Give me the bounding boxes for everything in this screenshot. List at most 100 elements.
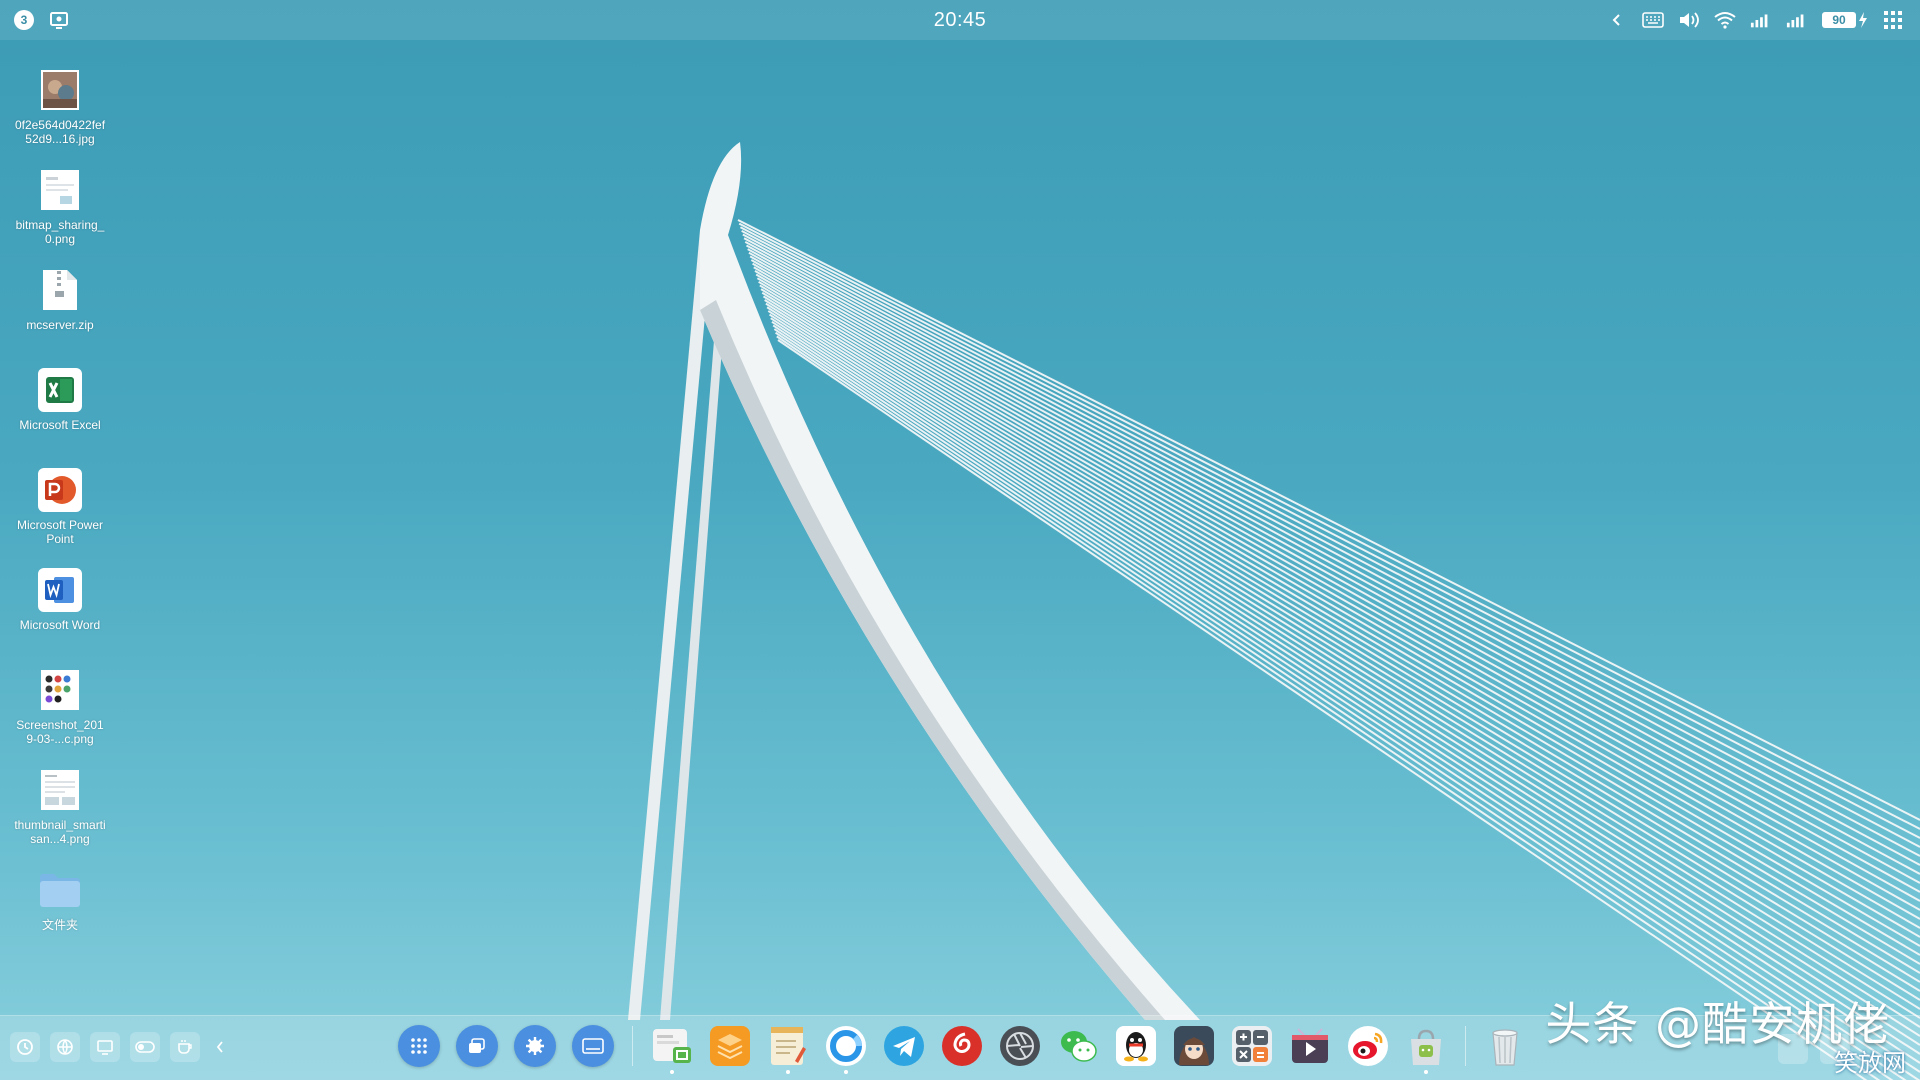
- dock-app-layers[interactable]: [709, 1025, 751, 1067]
- bridge-cable: [760, 288, 1920, 992]
- desktop-folder[interactable]: 文件夹: [10, 868, 110, 968]
- notes-icon: [771, 1027, 806, 1065]
- bridge-cable: [752, 262, 1920, 929]
- tray-clock-button[interactable]: [10, 1032, 40, 1062]
- calculator-icon: [1232, 1026, 1272, 1066]
- bridge-cable: [756, 277, 1920, 965]
- bridge-cable: [746, 244, 1920, 884]
- desktop-file-mcserver-zip[interactable]: mcserver.zip: [10, 268, 110, 368]
- site-watermark: 笑放网: [1834, 1050, 1906, 1077]
- screen-icon: [97, 1040, 113, 1055]
- toggle-icon: [135, 1041, 155, 1053]
- bridge-cable: [744, 240, 1920, 875]
- bridge-cable: [739, 226, 1920, 839]
- thumbnail-file-icon: [38, 768, 82, 812]
- keyboard-button[interactable]: [572, 1025, 614, 1067]
- dock-app-qq[interactable]: [1115, 1025, 1157, 1067]
- qq-icon: [1116, 1026, 1156, 1066]
- desktop-file-thumbnail-png[interactable]: thumbnail_smartisan...4.png: [10, 768, 110, 868]
- desktop-file-photo-jpg[interactable]: 0f2e564d0422fef52d9...16.jpg: [10, 68, 110, 168]
- dock-app-video-player[interactable]: [1289, 1025, 1331, 1067]
- bridge-cable: [762, 295, 1920, 1010]
- settings-icon: [526, 1037, 544, 1055]
- bridge-cable: [754, 270, 1920, 947]
- bridge-cable: [753, 266, 1920, 938]
- desktop-file-bitmap-png[interactable]: bitmap_sharing_0.png: [10, 168, 110, 268]
- desktop-file-screenshot-png[interactable]: Screenshot_2019-03-...c.png: [10, 668, 110, 768]
- dock-app-store[interactable]: [1405, 1025, 1447, 1074]
- desktop-icon-column: 0f2e564d0422fef52d9...16.jpg bitmap_shar…: [10, 68, 110, 968]
- dock-separator: [632, 1026, 633, 1066]
- browser-icon: [826, 1026, 866, 1066]
- dock-app-notes[interactable]: [767, 1025, 809, 1074]
- desktop-app-word[interactable]: Microsoft Word: [10, 568, 110, 668]
- cup-icon: [178, 1040, 192, 1054]
- dock-app-calculator[interactable]: [1231, 1025, 1273, 1067]
- settings-button[interactable]: [514, 1025, 556, 1067]
- dock-app-anime-avatar[interactable]: [1173, 1025, 1215, 1067]
- tray-collapse-button[interactable]: [210, 1032, 230, 1062]
- folder-icon: [38, 868, 82, 912]
- bridge-cable: [742, 233, 1920, 857]
- video-player-icon: [1292, 1028, 1328, 1063]
- bridge-cable: [758, 280, 1920, 974]
- desktop-app-powerpoint[interactable]: Microsoft PowerPoint: [10, 468, 110, 568]
- dock-app-aperture[interactable]: [999, 1025, 1041, 1067]
- bridge-cable: [766, 306, 1920, 1037]
- netease-music-icon: [942, 1026, 982, 1066]
- bridge-cable: [741, 230, 1920, 848]
- multitask-button[interactable]: [456, 1025, 498, 1067]
- bridge-cable: [764, 299, 1920, 1019]
- top-status-bar: 3 20:45 90: [0, 0, 1920, 40]
- desktop-app-excel[interactable]: Microsoft Excel: [10, 368, 110, 468]
- battery-level: 90: [1822, 12, 1856, 28]
- bridge-cable: [743, 237, 1920, 866]
- bridge-cable: [749, 255, 1920, 911]
- dock-app-wechat[interactable]: [1057, 1025, 1099, 1067]
- dock: [398, 1025, 1526, 1074]
- collapse-chevron-icon[interactable]: [1606, 9, 1628, 31]
- globe-icon: [57, 1039, 73, 1055]
- bridge-cable: [748, 251, 1920, 902]
- bridge-cable: [767, 310, 1920, 1046]
- tray-cup-button[interactable]: [170, 1032, 200, 1062]
- signal-strength-icon: [1750, 9, 1772, 31]
- chevron-left-icon: [216, 1041, 223, 1053]
- dock-app-telegram[interactable]: [883, 1025, 925, 1067]
- running-indicator: [786, 1070, 790, 1074]
- bridge-cable: [755, 273, 1920, 956]
- word-icon: [38, 568, 82, 612]
- running-indicator: [670, 1070, 674, 1074]
- dock-trash[interactable]: [1484, 1025, 1526, 1067]
- app-grid-icon[interactable]: [1882, 9, 1904, 31]
- dock-app-file-manager[interactable]: [651, 1025, 693, 1074]
- layers-app-icon: [710, 1026, 750, 1066]
- screenshot-file-icon: [38, 668, 82, 712]
- dock-separator: [1465, 1026, 1466, 1066]
- dock-app-browser[interactable]: [825, 1025, 867, 1074]
- battery-indicator[interactable]: 90: [1822, 12, 1868, 28]
- tray-toggle-button[interactable]: [130, 1032, 160, 1062]
- file-manager-icon: [653, 1029, 691, 1063]
- trash-icon: [1492, 1029, 1518, 1066]
- excel-icon: [38, 368, 82, 412]
- image-file-icon: [38, 168, 82, 212]
- charging-bolt-icon: [1859, 12, 1867, 28]
- tray-screen-button[interactable]: [90, 1032, 120, 1062]
- running-indicator: [1424, 1070, 1428, 1074]
- weibo-icon: [1348, 1026, 1388, 1066]
- app-store-icon: [1411, 1029, 1441, 1065]
- bridge-cable: [738, 222, 1920, 830]
- wifi-icon[interactable]: [1714, 9, 1736, 31]
- wechat-icon: [1061, 1031, 1097, 1062]
- volume-icon[interactable]: [1678, 9, 1700, 31]
- app-launcher-button[interactable]: [398, 1025, 440, 1067]
- dock-app-weibo[interactable]: [1347, 1025, 1389, 1067]
- wallpaper-bridge: [628, 142, 1920, 1080]
- app-launcher-icon: [411, 1038, 427, 1054]
- tray-globe-button[interactable]: [50, 1032, 80, 1062]
- dock-app-netease-music[interactable]: [941, 1025, 983, 1067]
- bridge-cable: [761, 291, 1920, 1001]
- image-thumbnail-icon: [38, 68, 82, 112]
- keyboard-icon[interactable]: [1642, 9, 1664, 31]
